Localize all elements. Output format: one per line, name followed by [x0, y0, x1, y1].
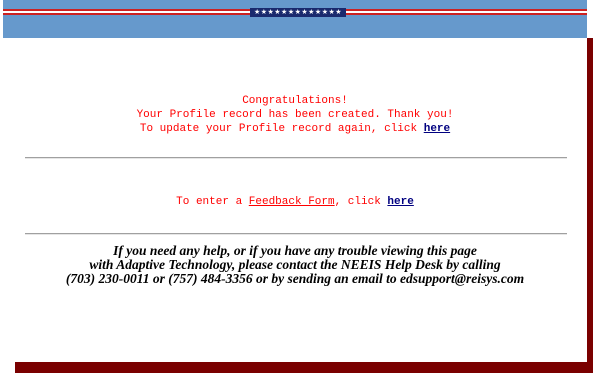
feedback-prefix-text: To enter a [176, 196, 249, 208]
stars-flag-icon: ★★★★★★★★★★★★★ [250, 8, 346, 17]
header-banner: ★★★★★★★★★★★★★ [3, 0, 587, 38]
update-profile-text: To update your Profile record again, cli… [139, 123, 424, 135]
feedback-form-link[interactable]: Feedback Form [249, 196, 335, 208]
feedback-line: To enter a Feedback Form, click here [3, 195, 587, 209]
help-line-3: (703) 230-0011 or (757) 484-3356 or by s… [65, 271, 525, 286]
frame-shadow-right [587, 38, 593, 373]
help-line-2: with Adaptive Technology, please contact… [89, 257, 501, 272]
congratulations-text: Congratulations! [242, 95, 348, 107]
help-desk-notice: If you need any help, or if you have any… [3, 244, 587, 286]
update-profile-here-link[interactable]: here [424, 123, 450, 135]
frame-shadow-bottom [15, 362, 593, 373]
page-frame [3, 0, 587, 362]
feedback-middle-text: , click [334, 196, 388, 208]
help-line-1: If you need any help, or if you have any… [113, 243, 477, 258]
feedback-here-link[interactable]: here [387, 196, 413, 208]
profile-created-text: Your Profile record has been created. Th… [136, 109, 454, 121]
update-profile-line: To update your Profile record again, cli… [3, 122, 587, 136]
divider [25, 233, 567, 235]
divider [25, 157, 567, 159]
